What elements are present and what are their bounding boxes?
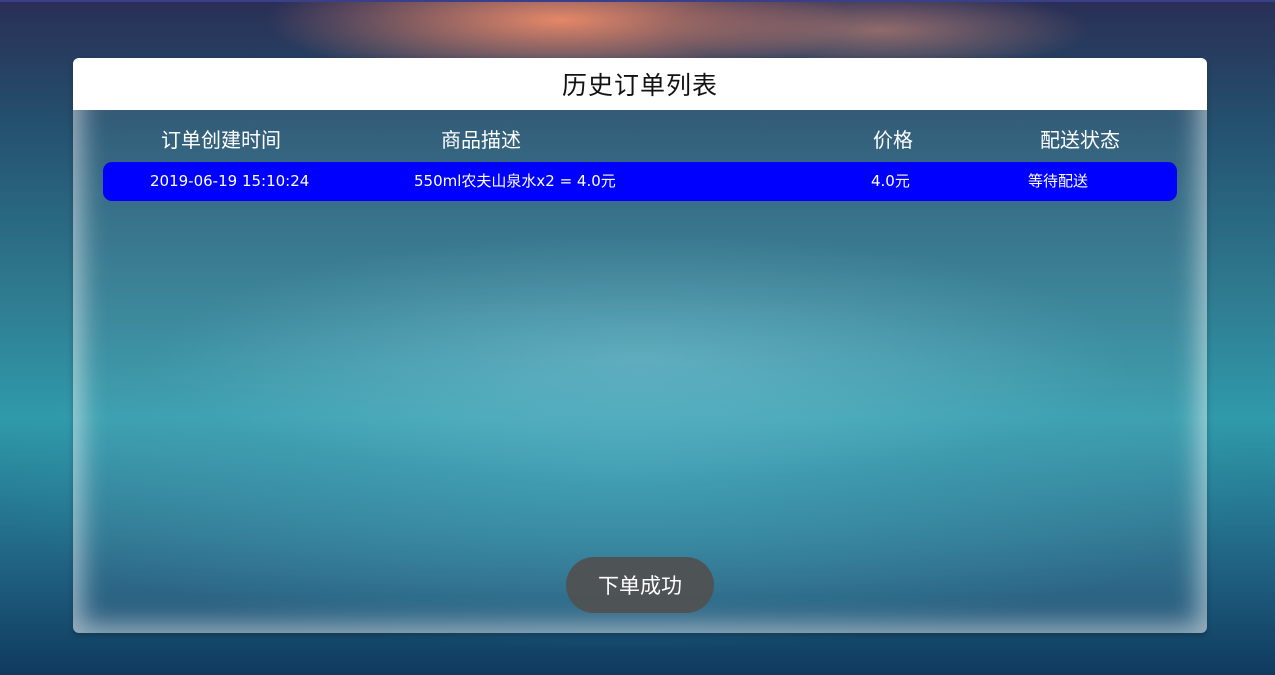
table-header: 订单创建时间 商品描述 价格 配送状态 xyxy=(73,124,1207,158)
page-title: 历史订单列表 xyxy=(561,71,718,100)
cell-description: 550ml农夫山泉水x2 = 4.0元 xyxy=(414,172,616,190)
panel-header: 历史订单列表 xyxy=(73,58,1207,110)
cell-created-time: 2019-06-19 15:10:24 xyxy=(150,172,310,190)
top-edge-line xyxy=(0,0,1275,2)
cell-price: 4.0元 xyxy=(871,172,910,190)
column-header-description: 商品描述 xyxy=(441,128,521,152)
toast-notification: 下单成功 xyxy=(566,557,714,613)
order-history-panel: 历史订单列表 订单创建时间 商品描述 价格 配送状态 2019-06-19 15… xyxy=(73,58,1207,633)
toast-message: 下单成功 xyxy=(598,574,682,598)
cell-delivery-status: 等待配送 xyxy=(1028,172,1089,190)
table-row[interactable]: 2019-06-19 15:10:24 550ml农夫山泉水x2 = 4.0元 … xyxy=(103,162,1177,201)
column-header-price: 价格 xyxy=(873,128,913,152)
column-header-created-time: 订单创建时间 xyxy=(161,128,281,152)
app-screen: 历史订单列表 订单创建时间 商品描述 价格 配送状态 2019-06-19 15… xyxy=(0,0,1275,675)
column-header-delivery-status: 配送状态 xyxy=(1040,128,1120,152)
